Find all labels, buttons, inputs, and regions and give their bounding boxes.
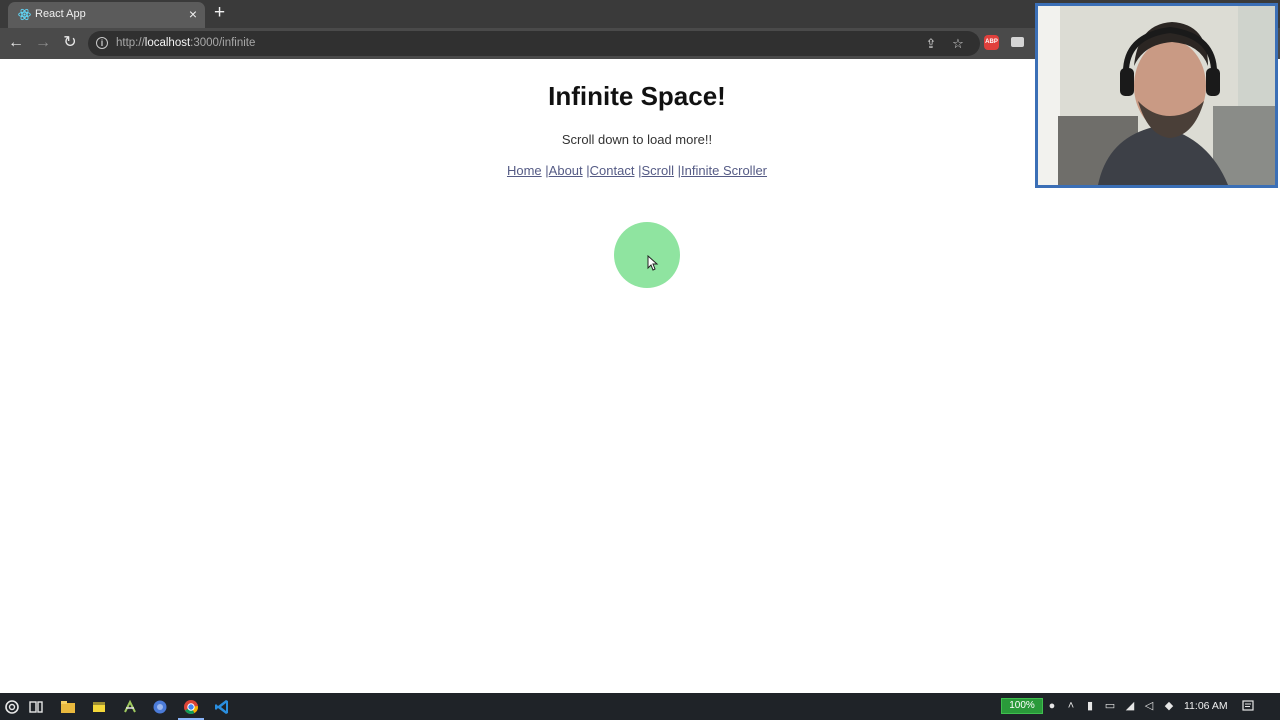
react-icon: [18, 8, 31, 21]
microphone-icon[interactable]: ●: [1045, 699, 1059, 713]
battery-indicator[interactable]: 100%: [1001, 698, 1043, 714]
back-icon[interactable]: ←: [7, 34, 25, 52]
nav-link-infinite-scroller[interactable]: Infinite Scroller: [681, 163, 767, 178]
nav-link-scroll[interactable]: Scroll: [642, 163, 675, 178]
file-explorer-icon[interactable]: [59, 698, 77, 716]
chrome-icon[interactable]: [182, 698, 200, 716]
tab-close-icon[interactable]: ×: [189, 6, 197, 22]
browser-tab[interactable]: React App ×: [8, 2, 205, 28]
address-bar[interactable]: i http://localhost:3000/infinite ⇪ ☆: [88, 31, 980, 56]
bookmark-star-icon[interactable]: ☆: [950, 36, 966, 52]
webcam-overlay: [1035, 3, 1278, 188]
app-icon-blue[interactable]: [151, 698, 169, 716]
new-tab-icon[interactable]: +: [214, 3, 225, 23]
dropbox-icon[interactable]: ◆: [1162, 699, 1176, 713]
taskbar-clock[interactable]: 11:06 AM: [1184, 700, 1228, 712]
battery-tray-icon[interactable]: ▭: [1103, 699, 1117, 713]
nav-link-about[interactable]: About: [549, 163, 583, 178]
extension-icon[interactable]: [1011, 37, 1024, 47]
wifi-icon[interactable]: ◢: [1123, 699, 1137, 713]
url-text[interactable]: http://localhost:3000/infinite: [116, 37, 255, 49]
mic-tray-icon[interactable]: ▮: [1083, 699, 1097, 713]
task-view-icon[interactable]: [27, 698, 45, 716]
mouse-cursor-icon: [647, 255, 659, 271]
share-icon[interactable]: ⇪: [923, 36, 939, 52]
nav-link-home[interactable]: Home: [507, 163, 542, 178]
forward-icon[interactable]: →: [34, 34, 52, 52]
sticky-notes-icon[interactable]: [90, 698, 108, 716]
chevron-up-icon[interactable]: ˄: [1064, 699, 1078, 713]
reload-icon[interactable]: ↻: [61, 34, 79, 52]
vscode-icon[interactable]: [213, 698, 231, 716]
presenter-video: [1038, 6, 1275, 185]
nav-link-contact[interactable]: Contact: [590, 163, 635, 178]
cortana-icon[interactable]: [3, 698, 21, 716]
tab-title: React App: [35, 8, 86, 20]
code-editor-icon[interactable]: [121, 698, 139, 716]
notifications-icon[interactable]: [1241, 699, 1255, 713]
volume-icon[interactable]: ◁: [1142, 699, 1156, 713]
site-info-icon[interactable]: i: [96, 37, 108, 49]
adblock-extension-icon[interactable]: ABP: [984, 35, 999, 50]
